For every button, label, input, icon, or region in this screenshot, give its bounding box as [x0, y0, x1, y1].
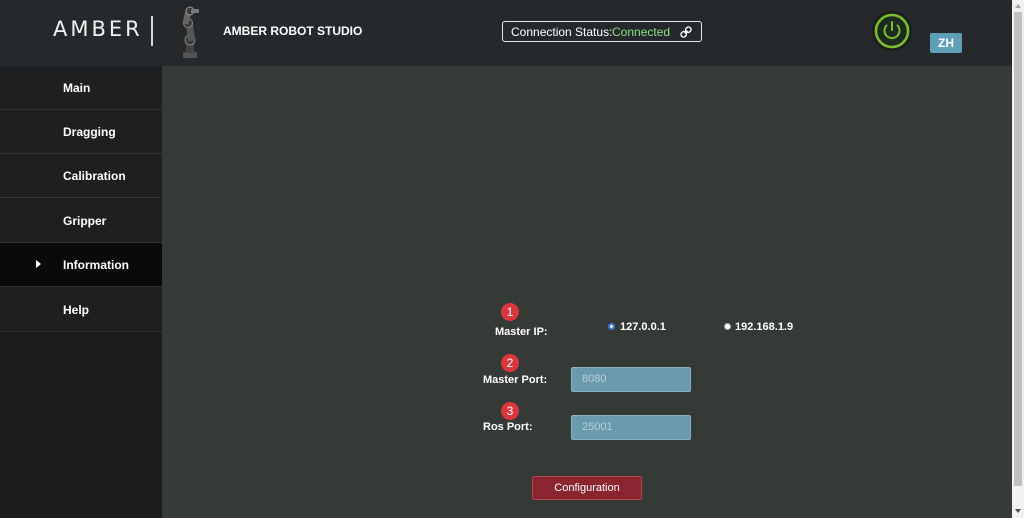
step-badge-2: 2: [501, 354, 519, 372]
link-icon[interactable]: [679, 25, 693, 39]
top-header: AMBER AMBER ROBOT STUDIO Connection Stat…: [0, 0, 1012, 66]
ros-port-input[interactable]: 25001: [571, 415, 691, 440]
sidebar-item-label: Gripper: [63, 214, 107, 228]
ros-port-label: Ros Port:: [483, 421, 533, 433]
sidebar-item-dragging[interactable]: Dragging: [0, 110, 162, 154]
master-ip-label: Master IP:: [495, 326, 548, 338]
master-ip-radio-192[interactable]: [724, 323, 731, 330]
power-button[interactable]: [872, 11, 912, 51]
sidebar-nav: Main Dragging Calibration Gripper Inform…: [0, 66, 162, 518]
step-badge-1: 1: [501, 303, 519, 321]
studio-title: AMBER ROBOT STUDIO: [223, 24, 363, 38]
power-icon: [874, 13, 910, 49]
scroll-up-icon[interactable]: [1015, 4, 1021, 8]
sidebar-item-label: Help: [63, 303, 90, 317]
master-port-input[interactable]: 8080: [571, 367, 691, 392]
sidebar-item-calibration[interactable]: Calibration: [0, 154, 162, 198]
language-toggle-button[interactable]: ZH: [930, 33, 962, 53]
step-badge-3: 3: [501, 402, 519, 420]
amber-logo: AMBER: [53, 17, 143, 41]
sidebar-item-help[interactable]: Help: [0, 288, 162, 332]
connection-status-value: Connected: [612, 25, 671, 39]
master-ip-option-label[interactable]: 192.168.1.9: [735, 321, 793, 333]
sidebar-item-label: Main: [63, 81, 91, 95]
sidebar-item-label: Information: [63, 258, 129, 272]
master-port-label: Master Port:: [483, 374, 548, 386]
connection-status-label: Connection Status:: [511, 25, 613, 39]
master-ip-option-label[interactable]: 127.0.0.1: [620, 321, 666, 333]
sidebar-item-label: Dragging: [63, 125, 116, 139]
robot-arm-icon: [182, 6, 199, 58]
scroll-down-icon[interactable]: [1015, 509, 1021, 513]
sidebar-item-information[interactable]: Information: [0, 243, 162, 287]
configuration-button[interactable]: Configuration: [532, 476, 642, 500]
master-ip-radio-127[interactable]: [608, 323, 615, 330]
sidebar-item-gripper[interactable]: Gripper: [0, 199, 162, 243]
connection-status-box: Connection Status: Connected: [502, 21, 702, 42]
scroll-thumb[interactable]: [1014, 12, 1022, 486]
sidebar-item-main[interactable]: Main: [0, 66, 162, 110]
sidebar-item-label: Calibration: [63, 169, 126, 183]
logo-divider: [151, 16, 153, 46]
vertical-scrollbar[interactable]: [1012, 0, 1024, 518]
caret-right-icon: [36, 260, 41, 268]
